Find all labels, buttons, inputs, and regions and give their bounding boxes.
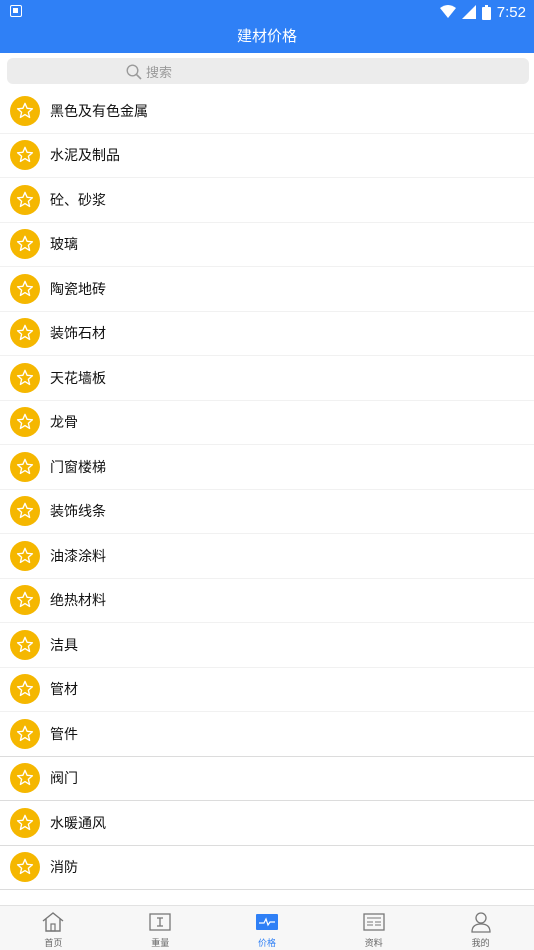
category-label: 管件 [50,726,78,743]
status-time: 7:52 [496,3,526,21]
category-row[interactable]: 绝热材料 [0,579,534,623]
tab-weight[interactable]: 重量 [107,906,214,950]
star-icon [10,540,40,571]
category-row[interactable]: 天花墙板 [0,356,534,401]
home-icon [42,912,64,932]
status-icons: 7:52 [439,2,526,22]
star-icon [10,229,40,260]
category-row[interactable]: 阀门 [0,757,534,801]
category-row[interactable]: 玻璃 [0,223,534,267]
wifi-icon [439,5,456,18]
category-row[interactable]: 装饰线条 [0,490,534,534]
tab-price[interactable]: 价格 [214,906,321,950]
star-icon [10,318,40,349]
category-label: 龙骨 [50,415,78,432]
category-label: 玻璃 [50,237,78,254]
category-row[interactable]: 水暖通风 [0,801,534,846]
category-label: 水泥及制品 [50,148,120,165]
star-icon [10,852,40,883]
category-label: 消防 [50,860,78,877]
profile-icon [470,912,491,933]
star-icon [10,451,40,482]
category-row[interactable]: 装饰石材 [0,312,534,356]
category-label: 砼、砂浆 [50,192,106,209]
category-row[interactable]: 管材 [0,668,534,712]
notification-icon [10,5,22,17]
tab-label: 我的 [471,939,490,949]
tab-profile[interactable]: 我的 [427,906,534,950]
status-bar: 7:52 [0,0,534,24]
category-row[interactable]: 陶瓷地砖 [0,267,534,312]
tab-label: 重量 [151,939,170,949]
price-chart-icon [255,914,278,930]
bottom-tab-bar: 首页 重量 价格 资料 我的 [0,905,534,950]
star-icon [10,362,40,393]
star-icon [10,273,40,304]
star-icon [10,718,40,749]
star-icon [10,629,40,660]
battery-icon [481,4,491,20]
document-icon [363,913,385,931]
star-icon [10,184,40,215]
star-icon [10,674,40,705]
star-icon [10,585,40,616]
tab-label: 资料 [364,939,383,949]
category-label: 黑色及有色金属 [50,103,148,120]
category-label: 装饰石材 [50,326,106,343]
star-icon [10,140,40,171]
star-icon [10,496,40,527]
star-icon [10,95,40,126]
category-label: 洁具 [50,637,78,654]
search-placeholder: 搜索 [146,66,173,81]
category-label: 管材 [50,682,78,699]
category-label: 油漆涂料 [50,548,106,565]
star-icon [10,807,40,838]
star-icon [10,763,40,794]
page-title: 建材价格 [236,27,297,45]
category-label: 陶瓷地砖 [50,281,106,298]
category-label: 装饰线条 [50,504,106,521]
category-label: 阀门 [50,771,78,788]
tab-label: 价格 [257,939,276,949]
tab-label: 首页 [44,939,63,949]
category-label: 天花墙板 [50,370,106,387]
category-list: 黑色及有色金属 水泥及制品砼、砂浆玻璃陶瓷地砖装饰石材天花墙板龙骨门窗楼梯装饰线条… [0,89,534,890]
category-row[interactable]: 消防 [0,846,534,890]
category-row[interactable]: 龙骨 [0,401,534,445]
category-label: 门窗楼梯 [50,459,106,476]
category-row[interactable]: 门窗楼梯 [0,445,534,490]
category-row[interactable]: 油漆涂料 [0,534,534,579]
weight-icon [149,913,171,931]
tab-home[interactable]: 首页 [0,906,107,950]
category-label: 水暖通风 [50,815,106,832]
category-row[interactable]: 砼、砂浆 [0,178,534,223]
app-header: 建材价格 [0,24,534,53]
category-row[interactable]: 黑色及有色金属 [0,89,534,134]
category-row[interactable]: 水泥及制品 [0,134,534,178]
search-bar[interactable]: 搜索 [7,58,529,84]
tab-documents[interactable]: 资料 [320,906,427,950]
star-icon [10,407,40,438]
signal-icon [461,5,476,19]
category-row[interactable]: 洁具 [0,623,534,668]
search-icon [126,63,142,80]
category-label: 绝热材料 [50,593,106,610]
category-row[interactable]: 管件 [0,712,534,757]
